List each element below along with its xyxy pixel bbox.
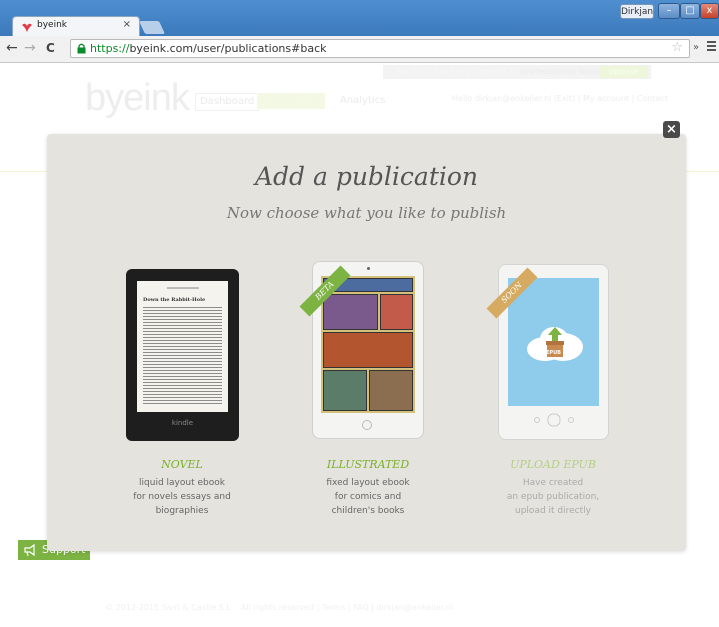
back-button[interactable]: ← [6, 40, 18, 56]
kindle-label: kindle [171, 419, 194, 427]
lock-icon [77, 43, 86, 54]
option-novel-name[interactable]: NOVEL [107, 458, 257, 471]
text-lines [143, 305, 222, 405]
url-text: https://byeink.com/user/publications#bac… [90, 42, 327, 55]
nav-analytics[interactable]: Analytics [336, 93, 389, 109]
option-illustrated-name[interactable]: ILLUSTRATED [293, 458, 443, 471]
reload-button[interactable]: C [46, 41, 55, 55]
byeink-favicon-icon [22, 23, 32, 32]
user-links[interactable]: Hello dirkjan@enkeiler.nl (Exit) | My ac… [452, 94, 668, 103]
upgrade-button[interactable]: Upgrade [600, 66, 648, 78]
tablet-screen: EPUB [508, 278, 599, 406]
comic-panel [323, 294, 378, 330]
comic-panel [369, 370, 413, 411]
minimize-button[interactable]: – [658, 3, 680, 19]
window-titlebar: byeink × Dirkjan – □ x [0, 0, 719, 36]
extensions-chevron[interactable]: » [693, 42, 699, 53]
option-illustrated-desc: fixed layout ebook for comics and childr… [326, 478, 410, 516]
nav-publications[interactable]: Publications [257, 93, 326, 109]
footer: © 2012-2015 Sant & Castle S.L. · All rig… [0, 593, 719, 627]
comic-panel [323, 370, 367, 411]
modal-subtitle: Now choose what you like to publish [226, 204, 507, 222]
chrome-menu-icon[interactable] [707, 41, 716, 52]
epub-badge-label: EPUB [546, 350, 561, 356]
chapter-title: Down the Rabbit-Hole [143, 297, 206, 303]
page-header-line [167, 287, 199, 289]
comic-screen [321, 276, 415, 413]
comic-panel [323, 332, 413, 368]
maximize-button[interactable]: □ [680, 3, 700, 19]
option-novel-desc: liquid layout ebook for novels essays an… [133, 478, 231, 516]
camera-dot [367, 267, 370, 270]
tab-title: byeink [37, 20, 67, 30]
footer-text: © 2012-2015 Sant & Castle S.L. · All rig… [105, 603, 453, 612]
novel-kindle-image[interactable]: Down the Rabbit-Hole kindle [126, 269, 239, 441]
home-button [362, 420, 372, 430]
kindle-screen: Down the Rabbit-Hole [137, 281, 228, 412]
bookmark-star-icon[interactable]: ☆ [671, 40, 683, 55]
add-publication-modal: Add a publication Now choose what you li… [47, 134, 686, 551]
tablet-buttons [534, 413, 574, 427]
cloud-upload-icon [527, 327, 583, 361]
byeink-logo[interactable]: byeink [85, 77, 190, 120]
option-upload-epub-name: UPLOAD EPUB [510, 458, 596, 471]
nav-dashboard[interactable]: Dashboard [195, 93, 260, 111]
megaphone-icon [24, 543, 35, 557]
browser-tab[interactable]: byeink × [12, 16, 140, 36]
forward-button[interactable]: → [24, 40, 36, 56]
modal-close-button[interactable]: × [663, 121, 680, 138]
modal-title: Add a publication [254, 162, 479, 191]
window-user-badge[interactable]: Dirkjan [620, 4, 654, 19]
browser-toolbar: ← → C https://byeink.com/user/publicatio… [0, 36, 719, 63]
address-bar[interactable]: https://byeink.com/user/publications#bac… [70, 39, 690, 58]
comic-panel [380, 294, 413, 330]
option-upload-epub-desc: Have created an epub publication, upload… [506, 478, 600, 516]
window-close-button[interactable]: x [700, 3, 719, 19]
new-tab-button[interactable] [138, 21, 166, 34]
tab-close-icon[interactable]: × [123, 19, 131, 30]
